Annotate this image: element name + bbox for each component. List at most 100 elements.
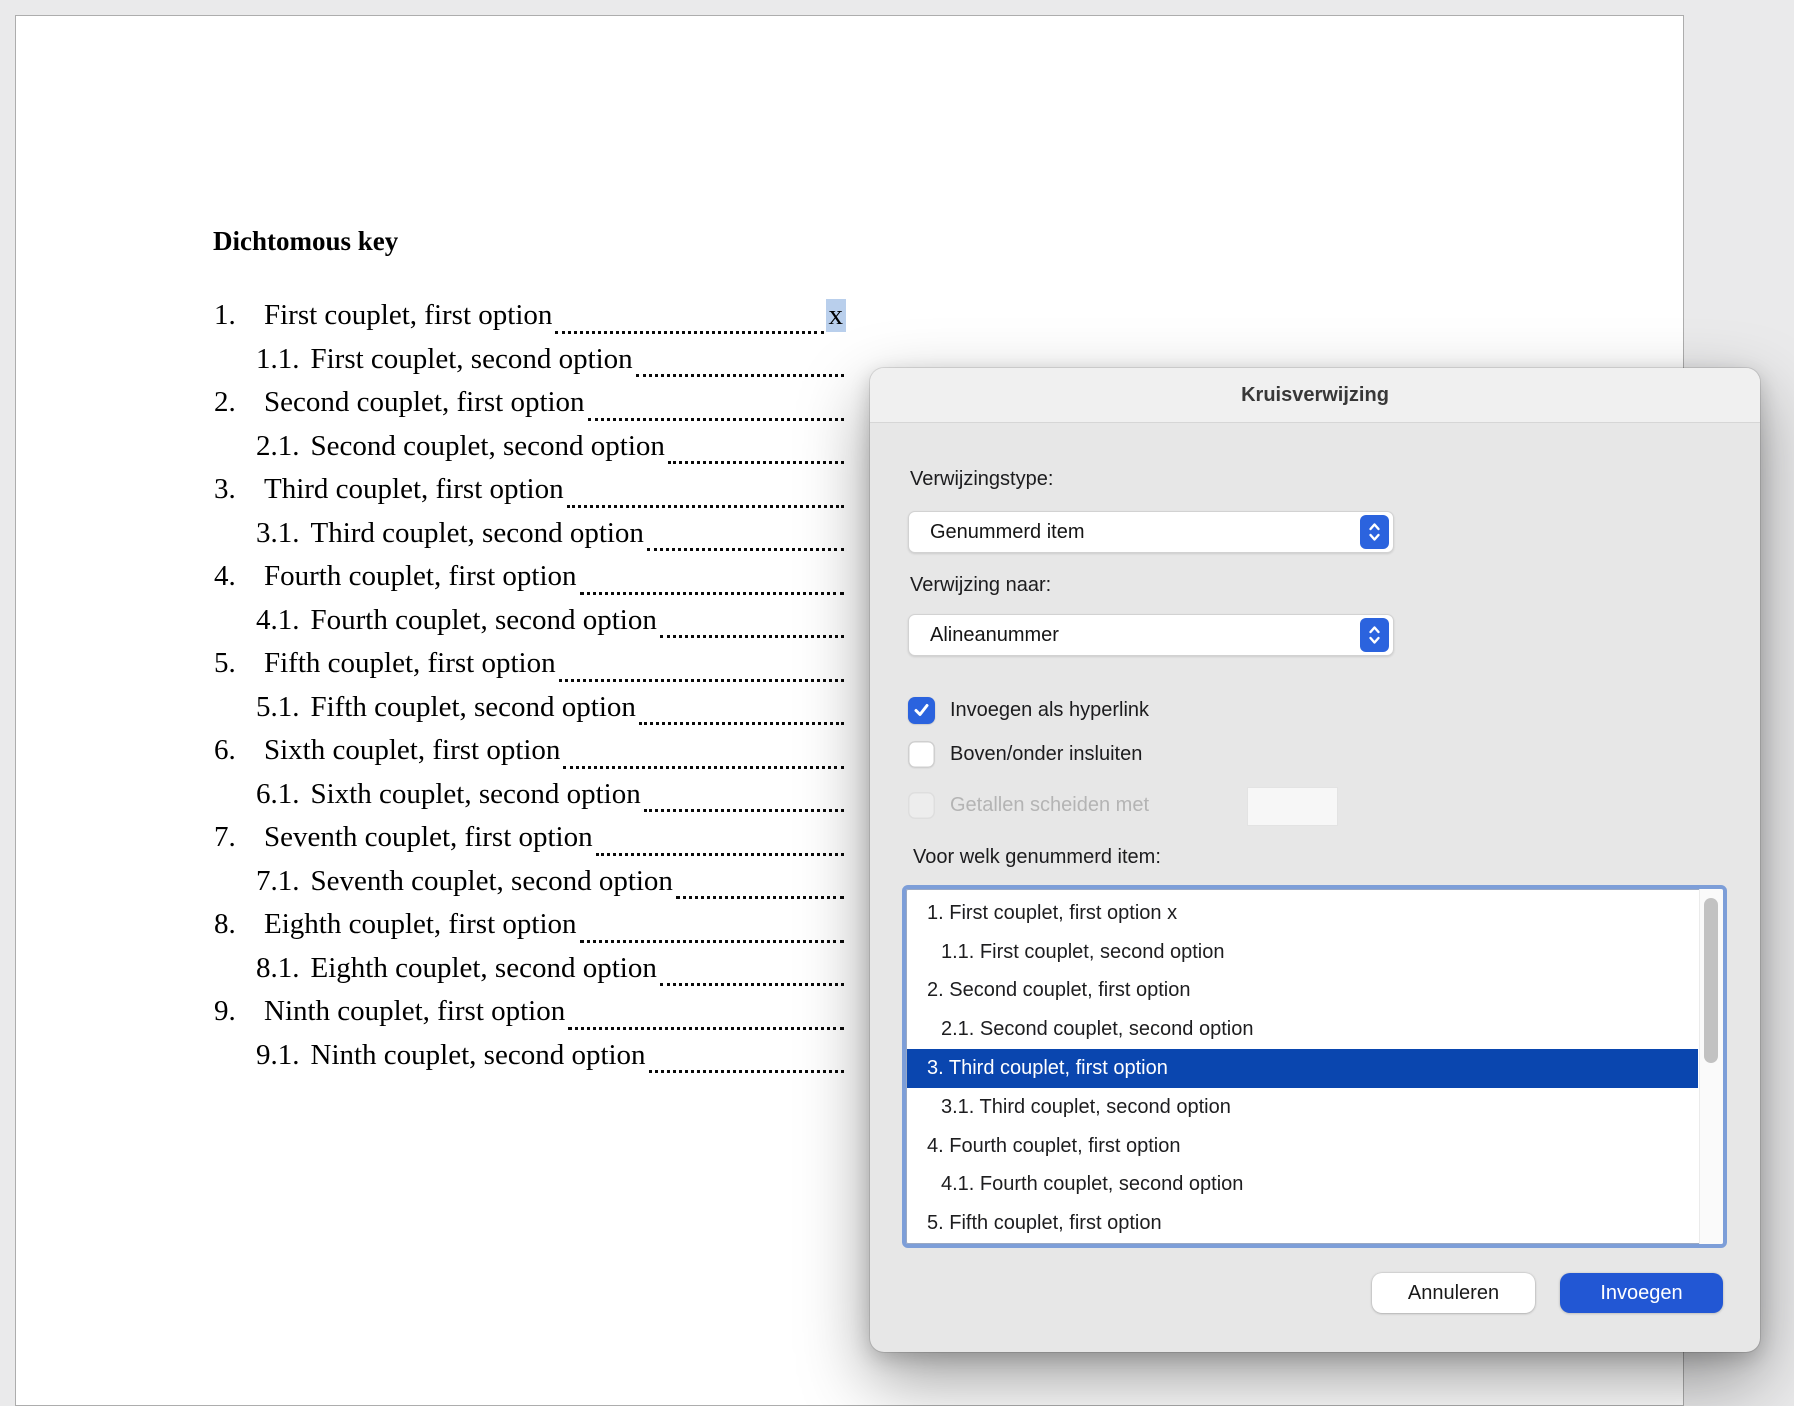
- cancel-button[interactable]: Annuleren: [1372, 1273, 1535, 1313]
- dotted-leader: [676, 896, 844, 899]
- listbox-rows: 1. First couplet, first option x1.1. Fir…: [907, 894, 1698, 1243]
- reference-target-value: Alineanummer: [930, 624, 1059, 647]
- toc-item-text: Eighth couplet, second option: [311, 952, 657, 985]
- toc-row: 9.Ninth couplet, first option: [214, 995, 846, 1039]
- toc-row: 4.Fourth couplet, first option: [214, 560, 846, 604]
- hyperlink-checkbox-label: Invoegen als hyperlink: [950, 699, 1149, 722]
- dotted-leader: [563, 766, 844, 769]
- checkbox-checked-icon[interactable]: [908, 697, 935, 724]
- separator-input: [1247, 787, 1338, 826]
- list-item[interactable]: 3.1. Third couplet, second option: [907, 1088, 1698, 1127]
- toc-item-number: 3.: [214, 473, 264, 506]
- dotted-leader: [555, 331, 823, 334]
- toc-item-text: Fifth couplet, first option: [264, 647, 556, 680]
- toc-item-number: 1.1.: [256, 343, 300, 376]
- toc-item-text: Sixth couplet, second option: [311, 778, 641, 811]
- dotted-leader: [639, 722, 844, 725]
- toc-item-text: Second couplet, second option: [311, 430, 665, 463]
- scrollbar-track[interactable]: [1699, 889, 1723, 1244]
- dotted-leader: [636, 374, 844, 377]
- dotted-leader: [660, 983, 844, 986]
- toc-item-number: 9.: [214, 995, 264, 1028]
- toc-item-text: Fifth couplet, second option: [311, 691, 636, 724]
- reference-target-label: Verwijzing naar:: [910, 574, 1051, 597]
- toc-row: 8.Eighth couplet, first option: [214, 908, 846, 952]
- reference-type-dropdown[interactable]: Genummerd item: [908, 511, 1394, 553]
- toc-item-number: 5.: [214, 647, 264, 680]
- hyperlink-checkbox-row[interactable]: Invoegen als hyperlink: [908, 697, 1149, 724]
- dotted-leader: [596, 853, 844, 856]
- dotted-leader: [567, 505, 844, 508]
- dotted-leader: [588, 418, 844, 421]
- toc-row: 1.First couplet, first option x: [214, 299, 846, 343]
- toc-item-number: 4.1.: [256, 604, 300, 637]
- toc-row: 2.Second couplet, first option: [214, 386, 846, 430]
- toc-row: 1.1. First couplet, second option: [214, 343, 846, 387]
- chevron-up-down-icon: [1360, 618, 1389, 652]
- toc-item-number: 9.1.: [256, 1039, 300, 1072]
- toc-item-text: Third couplet, second option: [311, 517, 644, 550]
- dotted-leader: [580, 940, 844, 943]
- toc-item-number: 2.: [214, 386, 264, 419]
- list-item[interactable]: 2.1. Second couplet, second option: [907, 1010, 1698, 1049]
- dialog-title: Kruisverwijzing: [1241, 384, 1389, 407]
- toc-item-number: 6.1.: [256, 778, 300, 811]
- reference-type-value: Genummerd item: [930, 521, 1085, 544]
- toc-item-text: Ninth couplet, second option: [311, 1039, 646, 1072]
- toc-item-number: 1.: [214, 299, 264, 332]
- toc-row: 5.Fifth couplet, first option: [214, 647, 846, 691]
- toc-item-text: Eighth couplet, first option: [264, 908, 577, 941]
- numbered-item-list-label: Voor welk genummerd item:: [913, 846, 1161, 869]
- dotted-leader: [644, 809, 844, 812]
- toc-row: 2.1.Second couplet, second option: [214, 430, 846, 474]
- cross-reference-dialog: Kruisverwijzing Verwijzingstype: Genumme…: [870, 368, 1760, 1352]
- toc-row: 6.1. Sixth couplet, second option: [214, 778, 846, 822]
- reference-target-dropdown[interactable]: Alineanummer: [908, 614, 1394, 656]
- toc-row: 3.Third couplet, first option: [214, 473, 846, 517]
- list-item[interactable]: 4.1. Fourth couplet, second option: [907, 1166, 1698, 1205]
- scrollbar-thumb[interactable]: [1704, 898, 1718, 1063]
- list-item[interactable]: 4. Fourth couplet, first option: [907, 1127, 1698, 1166]
- insert-button[interactable]: Invoegen: [1560, 1273, 1723, 1313]
- toc-item-text: Ninth couplet, first option: [264, 995, 565, 1028]
- screen: { "document": { "title": "Dichtomous key…: [0, 0, 1794, 1406]
- toc-item-number: 5.1.: [256, 691, 300, 724]
- toc-item-number: 3.1.: [256, 517, 300, 550]
- separate-numbers-checkbox-row: Getallen scheiden met: [908, 792, 1149, 819]
- toc-item-number: 6.: [214, 734, 264, 767]
- toc-item-number: 8.: [214, 908, 264, 941]
- toc-item-text: Fourth couplet, second option: [311, 604, 657, 637]
- toc-row: 7.Seventh couplet, first option: [214, 821, 846, 865]
- dotted-leader: [668, 461, 844, 464]
- list-item[interactable]: 2. Second couplet, first option: [907, 972, 1698, 1011]
- document-toc: 1.First couplet, first option x 1.1. First …: [214, 299, 846, 1082]
- toc-item-text: First couplet, second option: [311, 343, 633, 376]
- toc-row: 4.1. Fourth couplet, second option: [214, 604, 846, 648]
- dotted-leader: [647, 548, 844, 551]
- toc-row: 3.1. Third couplet, second option: [214, 517, 846, 561]
- checkbox-unchecked-icon[interactable]: [908, 741, 935, 768]
- include-above-below-checkbox-label: Boven/onder insluiten: [950, 743, 1142, 766]
- list-item[interactable]: 1. First couplet, first option x: [907, 894, 1698, 933]
- checkbox-disabled-icon: [908, 792, 935, 819]
- toc-row: 7.1.Seventh couplet, second option: [214, 865, 846, 909]
- dotted-leader: [649, 1070, 844, 1073]
- toc-item-text: First couplet, first option: [264, 299, 552, 332]
- list-item[interactable]: 5. Fifth couplet, first option: [907, 1204, 1698, 1243]
- toc-item-text: Fourth couplet, first option: [264, 560, 577, 593]
- toc-item-number: 7.1.: [256, 865, 300, 898]
- toc-item-text: Sixth couplet, first option: [264, 734, 560, 767]
- numbered-item-listbox[interactable]: 1. First couplet, first option x1.1. Fir…: [902, 885, 1727, 1248]
- toc-item-text: Third couplet, first option: [264, 473, 564, 506]
- dotted-leader: [660, 635, 844, 638]
- toc-item-number: 4.: [214, 560, 264, 593]
- document-title: Dichtomous key: [213, 226, 398, 257]
- list-item-selected[interactable]: 3. Third couplet, first option: [907, 1049, 1698, 1088]
- selected-cross-reference-text: x: [826, 299, 847, 332]
- list-item[interactable]: 1.1. First couplet, second option: [907, 933, 1698, 972]
- dialog-titlebar[interactable]: Kruisverwijzing: [870, 368, 1760, 423]
- toc-item-text: Second couplet, first option: [264, 386, 585, 419]
- include-above-below-checkbox-row[interactable]: Boven/onder insluiten: [908, 741, 1142, 768]
- toc-row: 6.Sixth couplet, first option: [214, 734, 846, 778]
- reference-type-label: Verwijzingstype:: [910, 468, 1053, 491]
